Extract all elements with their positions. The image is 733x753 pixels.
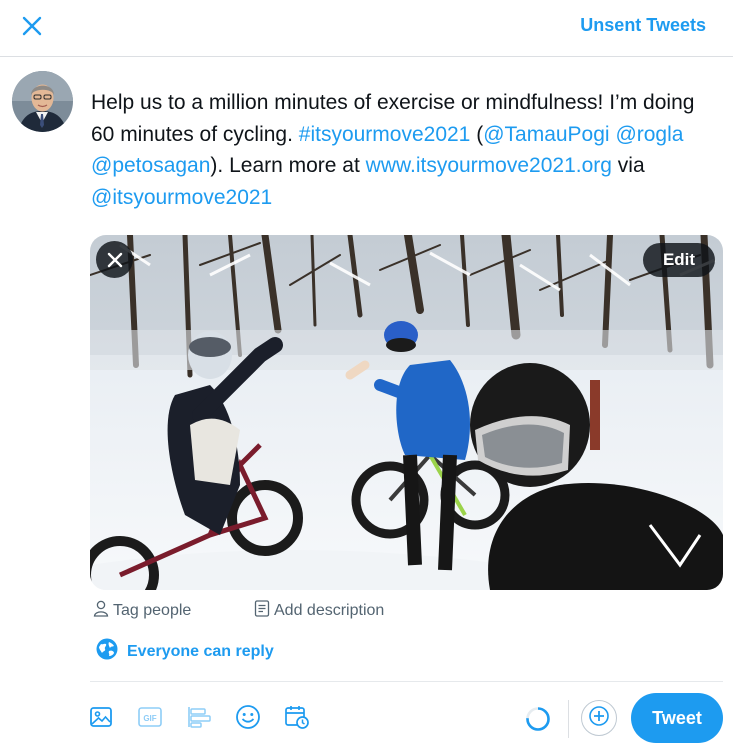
add-description-label: Add description bbox=[274, 602, 385, 619]
tweet-button[interactable]: Tweet bbox=[631, 693, 723, 743]
svg-text:GIF: GIF bbox=[143, 714, 156, 723]
gif-icon[interactable]: GIF bbox=[136, 703, 164, 731]
character-counter-ring bbox=[524, 705, 552, 733]
tweet-link[interactable]: @petosagan bbox=[91, 154, 210, 177]
composer-header: Unsent Tweets bbox=[0, 0, 733, 57]
tweet-text-segment: via bbox=[611, 154, 645, 177]
tag-people-button[interactable]: Tag people bbox=[93, 600, 191, 622]
globe-icon bbox=[96, 638, 118, 665]
tweet-link[interactable]: @TamauPogi bbox=[483, 123, 609, 146]
divider bbox=[90, 681, 723, 682]
emoji-icon[interactable] bbox=[234, 703, 262, 731]
plus-icon bbox=[589, 705, 609, 731]
add-tweet-button[interactable] bbox=[581, 700, 617, 736]
tweet-link[interactable]: www.itsyourmove2021.org bbox=[366, 154, 612, 177]
tweet-link[interactable]: @itsyourmove2021 bbox=[91, 186, 272, 209]
edit-media-button[interactable]: Edit bbox=[643, 243, 715, 277]
tweet-link[interactable]: #itsyourmove2021 bbox=[299, 123, 471, 146]
person-icon bbox=[93, 600, 109, 622]
close-icon[interactable] bbox=[14, 8, 50, 44]
poll-icon[interactable] bbox=[185, 703, 213, 731]
avatar[interactable] bbox=[12, 71, 73, 132]
document-icon bbox=[254, 600, 270, 622]
tweet-text-segment: ( bbox=[470, 122, 484, 146]
image-icon[interactable] bbox=[87, 703, 115, 731]
toolbar-separator bbox=[568, 700, 569, 738]
attached-photo bbox=[90, 235, 723, 590]
remove-media-button[interactable] bbox=[96, 241, 133, 278]
schedule-icon[interactable] bbox=[283, 703, 311, 731]
tag-people-label: Tag people bbox=[113, 602, 192, 619]
tweet-text-area[interactable]: Help us to a million minutes of exercise… bbox=[91, 87, 721, 213]
reply-settings-button[interactable]: Everyone can reply bbox=[96, 638, 274, 665]
reply-settings-label: Everyone can reply bbox=[127, 642, 274, 660]
tweet-text-segment: ). Learn more at bbox=[210, 154, 366, 177]
unsent-tweets-link[interactable]: Unsent Tweets bbox=[580, 15, 706, 36]
add-description-button[interactable]: Add description bbox=[254, 600, 384, 622]
tweet-link[interactable]: @rogla bbox=[615, 123, 683, 146]
